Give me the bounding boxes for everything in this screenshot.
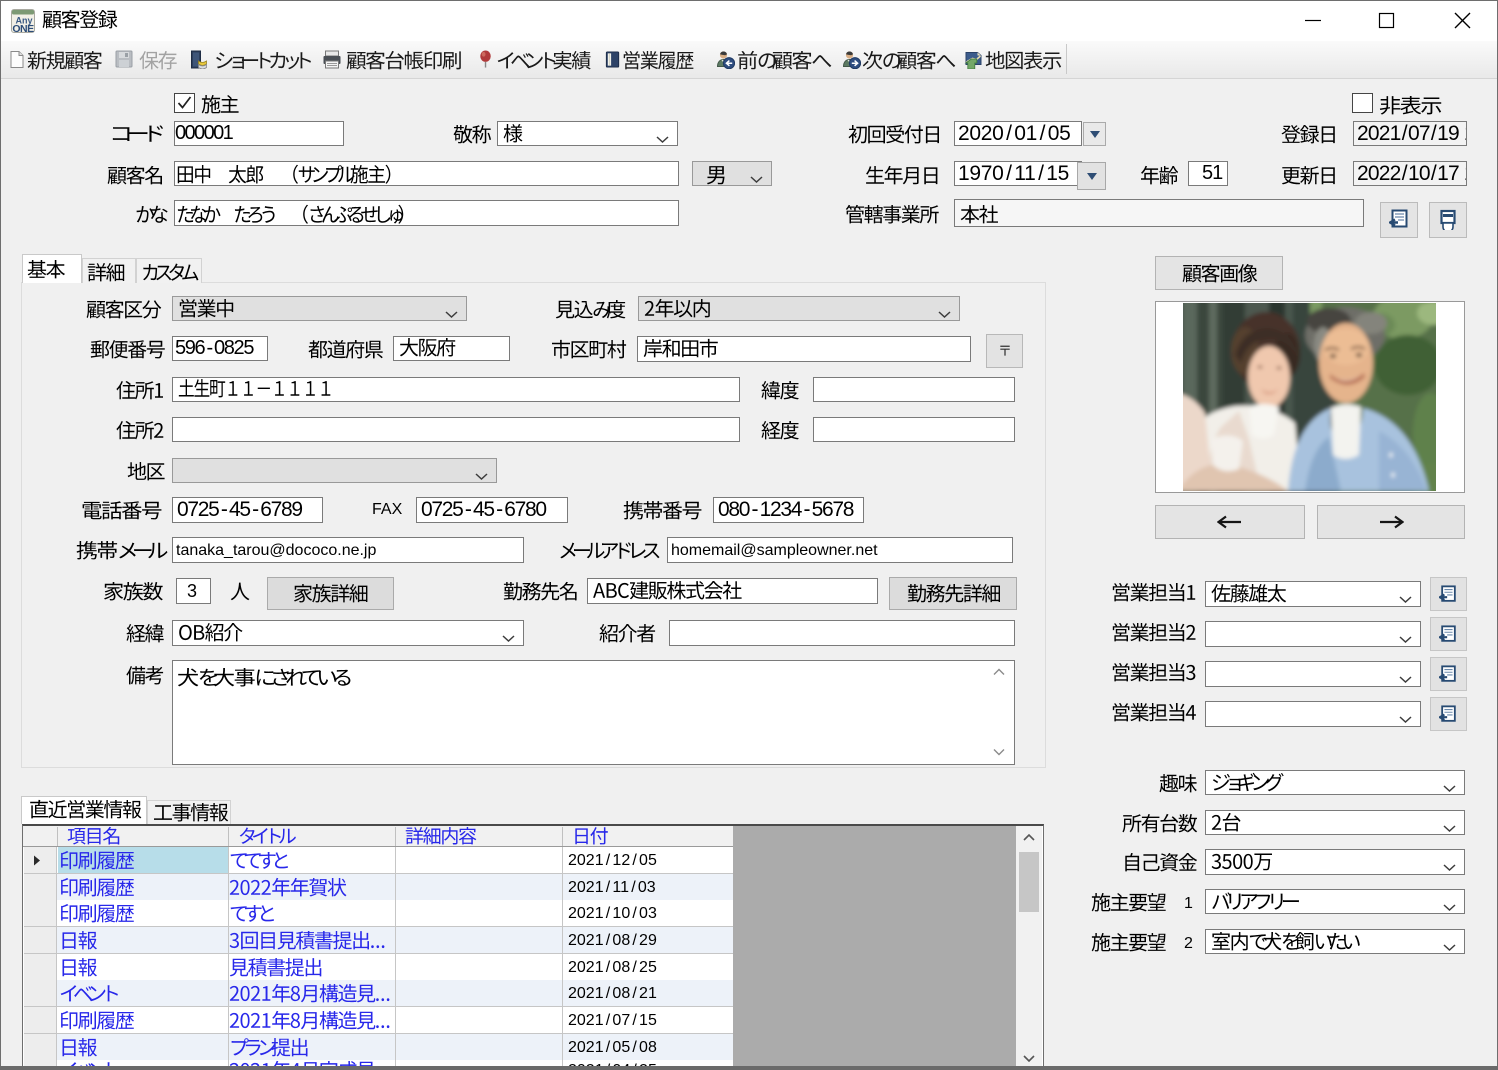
svg-text:ONE: ONE — [12, 23, 34, 33]
